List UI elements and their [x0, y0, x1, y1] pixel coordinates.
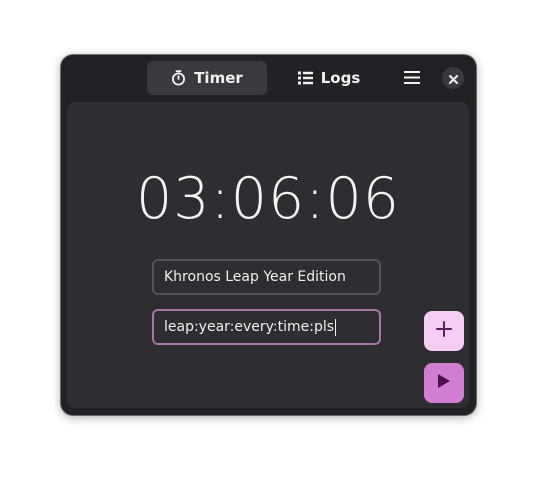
timer-panel: 03:06:06 Khronos Leap Year Edition leap:… [67, 102, 469, 408]
add-button[interactable] [424, 311, 464, 351]
header-bar: Timer Logs [61, 55, 476, 101]
list-icon [297, 71, 313, 85]
tab-logs-label: Logs [320, 69, 361, 87]
tab-timer[interactable]: Timer [147, 61, 267, 95]
timer-tags-input[interactable]: leap:year:every:time:pls [152, 309, 381, 345]
close-button[interactable] [442, 67, 464, 89]
text-cursor [335, 318, 337, 336]
start-timer-button[interactable] [424, 363, 464, 403]
tab-logs[interactable]: Logs [269, 61, 389, 95]
close-icon [448, 69, 458, 88]
stopwatch-icon [171, 70, 186, 86]
main-menu-button[interactable] [397, 65, 427, 91]
tab-timer-label: Timer [194, 69, 243, 87]
app-window: Timer Logs 03:06:06 Khronos Leap Year Ed… [61, 55, 476, 415]
timer-name-value: Khronos Leap Year Edition [164, 269, 346, 285]
timer-name-input[interactable]: Khronos Leap Year Edition [152, 259, 381, 295]
timer-tags-value: leap:year:every:time:pls [164, 319, 335, 335]
play-icon [437, 373, 451, 393]
hamburger-menu-icon [404, 69, 420, 88]
timer-display: 03:06:06 [136, 166, 400, 232]
plus-icon [436, 321, 452, 341]
